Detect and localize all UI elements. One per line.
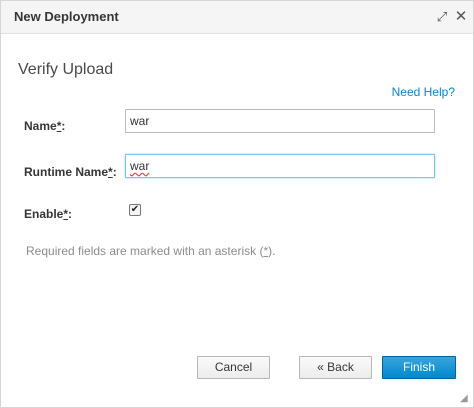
cancel-button[interactable]: Cancel: [197, 356, 270, 379]
enable-checkbox[interactable]: ✔: [129, 204, 141, 216]
maximize-icon[interactable]: ⤢: [433, 7, 451, 27]
finish-button[interactable]: Finish: [382, 356, 456, 379]
new-deployment-dialog: New Deployment ⤢ ✕ Verify Upload Need He…: [0, 0, 474, 408]
name-input[interactable]: [125, 109, 435, 133]
checkmark-icon: ✔: [130, 204, 140, 215]
section-title: Verify Upload: [18, 61, 114, 78]
need-help-link[interactable]: Need Help?: [392, 85, 455, 99]
dialog-title: New Deployment: [14, 9, 119, 24]
runtime-name-input[interactable]: war: [125, 154, 435, 178]
enable-label: Enable*:: [24, 207, 73, 221]
required-fields-hint: Required fields are marked with an aster…: [26, 244, 276, 258]
close-icon[interactable]: ✕: [452, 7, 470, 27]
runtime-name-label: Runtime Name*:: [24, 165, 117, 179]
runtime-name-value: war: [130, 159, 150, 173]
resize-grip-icon[interactable]: ◢: [460, 394, 470, 404]
back-button[interactable]: « Back: [299, 356, 372, 379]
name-label: Name*:: [24, 119, 66, 133]
dialog-titlebar[interactable]: New Deployment ⤢ ✕: [1, 1, 473, 34]
